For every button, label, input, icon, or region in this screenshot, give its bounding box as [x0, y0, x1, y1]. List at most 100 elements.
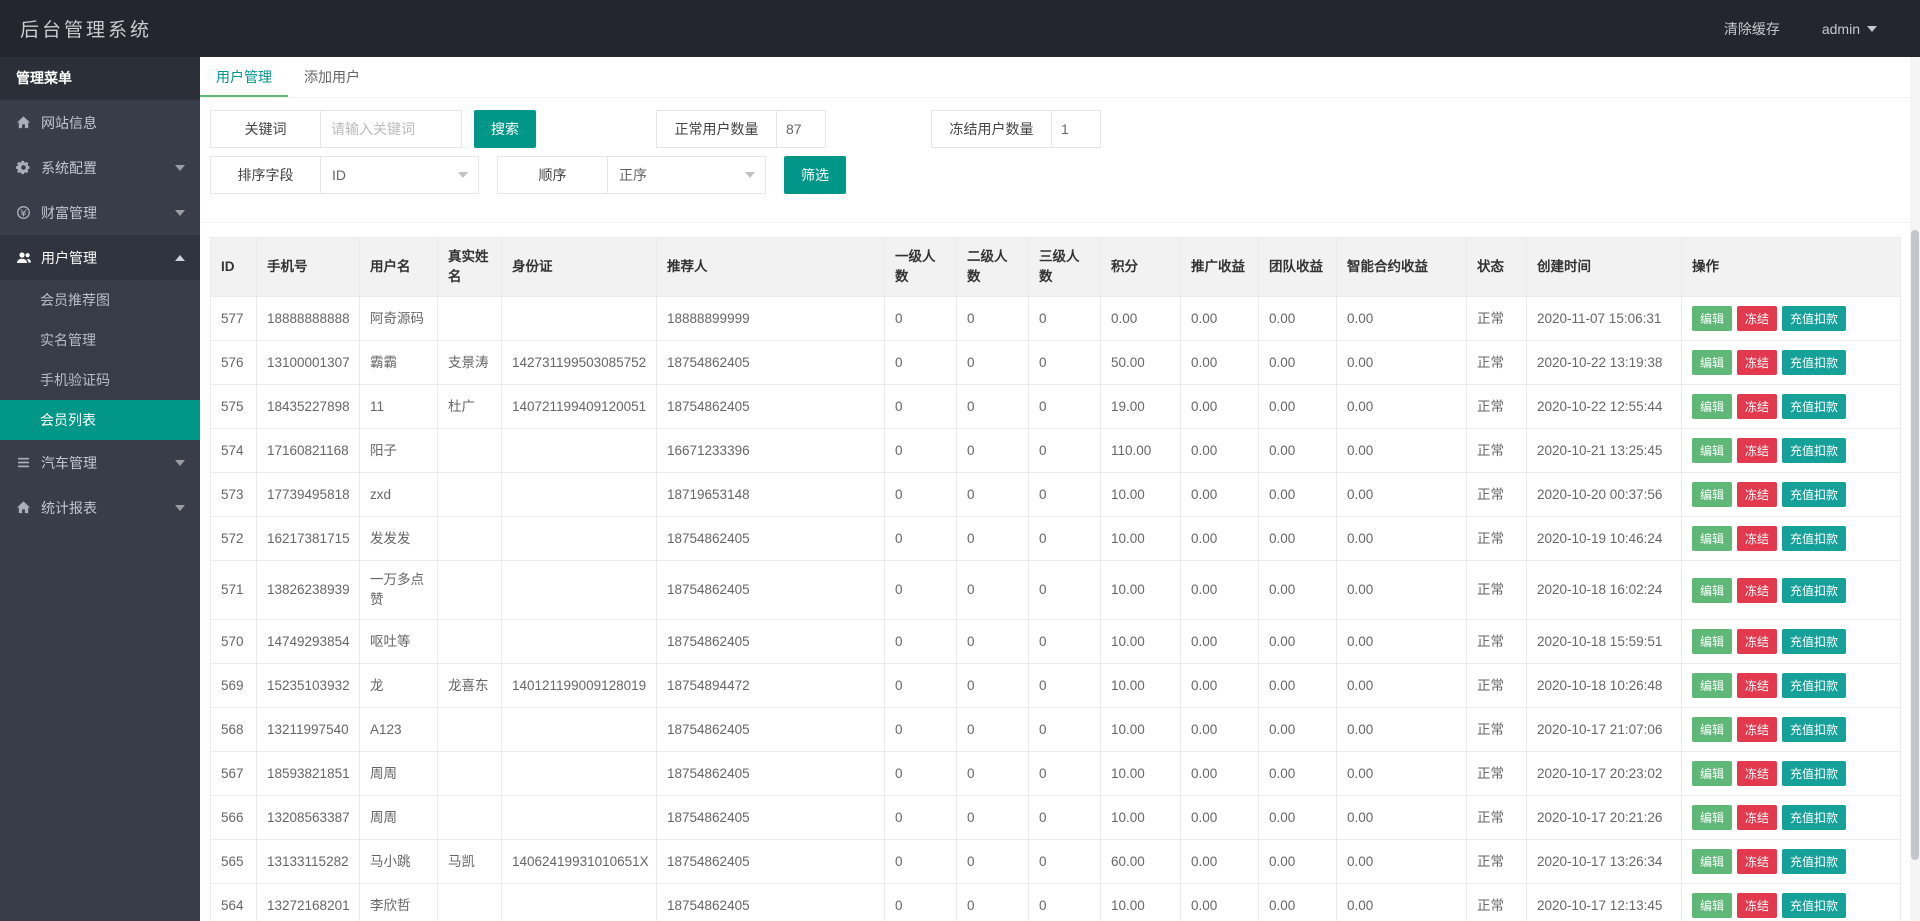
- recharge-deduct-button[interactable]: 充值扣款: [1782, 526, 1846, 551]
- recharge-deduct-button[interactable]: 充值扣款: [1782, 394, 1846, 419]
- freeze-button[interactable]: 冻结: [1737, 350, 1777, 375]
- cell-points: 10.00: [1101, 884, 1181, 921]
- cell-phone: 18888888888: [257, 297, 360, 341]
- search-button[interactable]: 搜索: [474, 110, 536, 148]
- cell-created-time: 2020-10-18 10:26:48: [1527, 664, 1682, 708]
- cell-points: 60.00: [1101, 840, 1181, 884]
- freeze-button[interactable]: 冻结: [1737, 673, 1777, 698]
- cell-referrer: 18754862405: [657, 752, 885, 796]
- order-select[interactable]: 正序: [608, 157, 765, 193]
- keyword-input[interactable]: [321, 111, 461, 147]
- recharge-deduct-button[interactable]: 充值扣款: [1782, 350, 1846, 375]
- freeze-button[interactable]: 冻结: [1737, 849, 1777, 874]
- freeze-button[interactable]: 冻结: [1737, 761, 1777, 786]
- freeze-button[interactable]: 冻结: [1737, 394, 1777, 419]
- cell-username: 霸霸: [360, 341, 438, 385]
- cell-team-income: 0.00: [1259, 664, 1337, 708]
- freeze-button[interactable]: 冻结: [1737, 717, 1777, 742]
- order-group: 顺序 正序: [497, 156, 766, 194]
- edit-button[interactable]: 编辑: [1692, 673, 1732, 698]
- cell-username: 呕吐等: [360, 620, 438, 664]
- cell-referrer: 18754862405: [657, 341, 885, 385]
- cell-username: 11: [360, 385, 438, 429]
- tab-user-management[interactable]: 用户管理: [200, 57, 288, 97]
- filter-button[interactable]: 筛选: [784, 156, 846, 194]
- tab-add-user[interactable]: 添加用户: [288, 57, 376, 97]
- sidebar-subitem-member-list[interactable]: 会员列表: [0, 400, 200, 440]
- edit-button[interactable]: 编辑: [1692, 849, 1732, 874]
- sidebar-subitem-realname-management[interactable]: 实名管理: [0, 320, 200, 360]
- cell-referrer: 18754862405: [657, 840, 885, 884]
- edit-button[interactable]: 编辑: [1692, 526, 1732, 551]
- recharge-deduct-button[interactable]: 充值扣款: [1782, 578, 1846, 603]
- sidebar-subitem-phone-verification[interactable]: 手机验证码: [0, 360, 200, 400]
- clear-cache-link[interactable]: 清除缓存: [1724, 19, 1780, 39]
- recharge-deduct-button[interactable]: 充值扣款: [1782, 805, 1846, 830]
- sidebar-item-statistics-report[interactable]: 统计报表: [0, 485, 200, 530]
- recharge-deduct-button[interactable]: 充值扣款: [1782, 629, 1846, 654]
- table-row: 57718888888888阿奇源码188888999990000.000.00…: [211, 297, 1901, 341]
- cell-phone: 13826238939: [257, 561, 360, 620]
- edit-button[interactable]: 编辑: [1692, 482, 1732, 507]
- edit-button[interactable]: 编辑: [1692, 306, 1732, 331]
- sidebar-item-car-management[interactable]: 汽车管理: [0, 440, 200, 485]
- cell-idcard: [502, 620, 657, 664]
- recharge-deduct-button[interactable]: 充值扣款: [1782, 306, 1846, 331]
- cell-created-time: 2020-10-22 12:55:44: [1527, 385, 1682, 429]
- freeze-button[interactable]: 冻结: [1737, 893, 1777, 918]
- edit-button[interactable]: 编辑: [1692, 394, 1732, 419]
- recharge-deduct-button[interactable]: 充值扣款: [1782, 849, 1846, 874]
- table-header-row: ID手机号用户名真实姓名身份证推荐人一级人数二级人数三级人数积分推广收益团队收益…: [211, 238, 1901, 297]
- table-row: 56513133115282马小跳马凯14062419931010651X187…: [211, 840, 1901, 884]
- sidebar-item-user-management[interactable]: 用户管理: [0, 235, 200, 280]
- freeze-button[interactable]: 冻结: [1737, 306, 1777, 331]
- recharge-deduct-button[interactable]: 充值扣款: [1782, 673, 1846, 698]
- edit-button[interactable]: 编辑: [1692, 629, 1732, 654]
- sidebar-subitem-member-referral-chart[interactable]: 会员推荐图: [0, 280, 200, 320]
- sort-field-select[interactable]: ID: [321, 157, 478, 193]
- list-icon: [15, 454, 32, 471]
- cell-username: A123: [360, 708, 438, 752]
- user-menu[interactable]: admin: [1822, 21, 1877, 37]
- cell-points: 10.00: [1101, 752, 1181, 796]
- edit-button[interactable]: 编辑: [1692, 717, 1732, 742]
- freeze-button[interactable]: 冻结: [1737, 438, 1777, 463]
- recharge-deduct-button[interactable]: 充值扣款: [1782, 482, 1846, 507]
- cell-phone: 18593821851: [257, 752, 360, 796]
- cell-contract-income: 0.00: [1337, 297, 1467, 341]
- freeze-button[interactable]: 冻结: [1737, 526, 1777, 551]
- table-row: 56915235103932龙龙喜东1401211990091280191875…: [211, 664, 1901, 708]
- recharge-deduct-button[interactable]: 充值扣款: [1782, 761, 1846, 786]
- chevron-down-icon: [458, 172, 468, 178]
- edit-button[interactable]: 编辑: [1692, 893, 1732, 918]
- edit-button[interactable]: 编辑: [1692, 805, 1732, 830]
- freeze-button[interactable]: 冻结: [1737, 629, 1777, 654]
- freeze-button[interactable]: 冻结: [1737, 805, 1777, 830]
- frozen-users-count: 冻结用户数量 1: [931, 110, 1101, 148]
- cell-username: 周周: [360, 752, 438, 796]
- cell-level1-count: 0: [885, 297, 957, 341]
- cell-points: 10.00: [1101, 708, 1181, 752]
- cell-id: 577: [211, 297, 257, 341]
- sidebar-item-wealth-management[interactable]: 财富管理: [0, 190, 200, 235]
- sidebar-item-website-info[interactable]: 网站信息: [0, 100, 200, 145]
- cell-referrer: 18754862405: [657, 884, 885, 921]
- vertical-scrollbar[interactable]: [1910, 57, 1920, 921]
- chevron-down-icon: [175, 505, 185, 511]
- recharge-deduct-button[interactable]: 充值扣款: [1782, 438, 1846, 463]
- edit-button[interactable]: 编辑: [1692, 438, 1732, 463]
- edit-button[interactable]: 编辑: [1692, 350, 1732, 375]
- freeze-button[interactable]: 冻结: [1737, 482, 1777, 507]
- edit-button[interactable]: 编辑: [1692, 578, 1732, 603]
- sidebar-item-system-config[interactable]: 系统配置: [0, 145, 200, 190]
- recharge-deduct-button[interactable]: 充值扣款: [1782, 717, 1846, 742]
- frozen-users-value: 1: [1052, 111, 1100, 147]
- chevron-down-icon: [175, 210, 185, 216]
- cell-realname: [438, 708, 502, 752]
- recharge-deduct-button[interactable]: 充值扣款: [1782, 893, 1846, 918]
- cell-id: 571: [211, 561, 257, 620]
- edit-button[interactable]: 编辑: [1692, 761, 1732, 786]
- freeze-button[interactable]: 冻结: [1737, 578, 1777, 603]
- cell-team-income: 0.00: [1259, 752, 1337, 796]
- scrollbar-thumb[interactable]: [1911, 230, 1919, 860]
